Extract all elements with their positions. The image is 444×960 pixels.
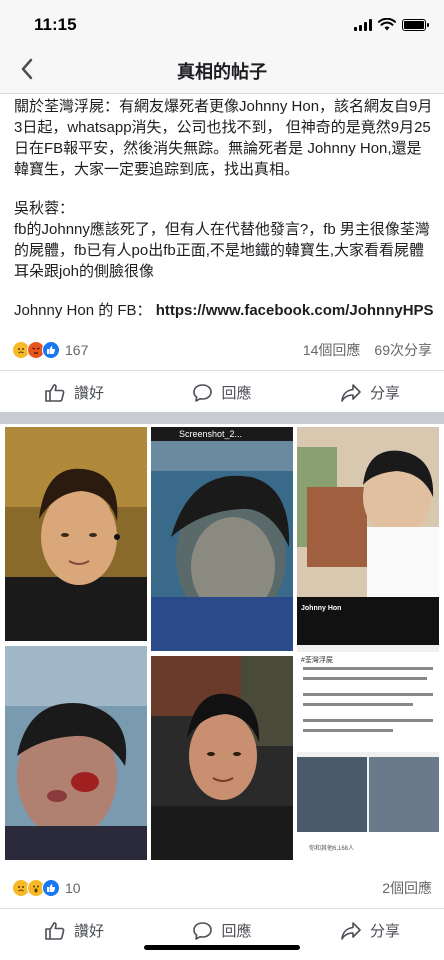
like-reaction-icon [42,341,60,359]
share-icon [341,921,361,940]
photo-3[interactable]: Johnny Hon #荃灣浮屍 你和其他6,168人 [297,427,439,860]
fb-card-likes: 你和其他6,168人 [309,846,355,852]
fb-link-line: Johnny Hon 的 FB： https://www.facebook.co… [14,300,434,321]
stats-right: 2個回應 [382,878,432,898]
like-label: 讚好 [73,385,104,402]
comment-button[interactable]: 回應 [148,371,296,414]
photo-1[interactable] [5,427,147,641]
like-label: 讚好 [73,923,104,940]
comment-icon [193,383,213,402]
fb-link-label: Johnny Hon 的 FB： [14,302,152,319]
page-title: 真相的帖子 [177,62,267,82]
home-indicator[interactable] [144,945,300,950]
comment-label: 回應 [221,385,252,402]
post-paragraph: 關於荃灣浮屍：有網友爆死者更像Johnny Hon，該名網友自9月3日起，wha… [14,98,433,178]
reaction-icons: 10 [12,879,81,897]
reaction-summary[interactable]: 10 2個回應 [12,876,432,900]
portrait-image [5,427,147,641]
like-reaction-icon [42,879,60,897]
body-closeup-image [5,646,147,860]
stats-right: 14個回應 69次分享 [303,340,432,360]
share-label: 分享 [369,923,400,940]
share-icon [341,383,361,402]
fb-link[interactable]: https://www.facebook.com/JohnnyHPS [156,302,434,319]
comment-count[interactable]: 14個回應 [303,340,361,360]
share-button[interactable]: 分享 [296,371,444,414]
portrait-image [151,656,293,860]
status-bar: 11:15 [0,0,444,44]
like-button[interactable]: 讚好 [0,371,148,414]
post-paragraph: fb的Johnny應該死了，但有人在代替他發言?，fb 男主很像荃灣的屍體，fb… [14,221,430,280]
signal-icon [354,18,372,31]
reaction-summary[interactable]: 167 14個回應 69次分享 [12,338,432,362]
like-button[interactable]: 讚好 [0,909,148,952]
nav-bar: 真相的帖子 [0,44,444,94]
thumbs-up-icon [45,383,65,402]
reaction-count: 10 [65,880,81,896]
comment-count[interactable]: 2個回應 [382,878,432,898]
reaction-icons: 167 [12,341,88,359]
share-button[interactable]: 分享 [296,909,444,952]
comment-icon [193,921,213,940]
thumbs-up-icon [45,921,65,940]
post-paragraph-author: 吳秋蓉： [14,200,75,217]
post-actions: 讚好 回應 分享 [0,370,444,414]
photo-5[interactable] [151,656,293,860]
fb-card-name: Johnny Hon [301,605,342,612]
status-time: 11:15 [34,15,77,34]
share-label: 分享 [369,385,400,402]
post-separator [0,412,444,424]
comment-label: 回應 [221,923,252,940]
share-count[interactable]: 69次分享 [374,340,432,360]
battery-icon [402,18,429,31]
post-body: 關於荃灣浮屍：有網友爆死者更像Johnny Hon，該名網友自9月3日起，wha… [14,96,434,321]
photo-4[interactable] [5,646,147,860]
wifi-icon [378,18,396,31]
status-icons [354,18,429,31]
photo-2[interactable]: Screenshot_2... [151,427,293,651]
fb-screenshot-image [297,427,439,860]
screenshot-bar-text: Screenshot_2... [179,429,243,439]
reaction-count: 167 [65,342,89,358]
fb-card-tag: #荃灣浮屍 [301,657,333,664]
screenshot-image [151,427,293,651]
